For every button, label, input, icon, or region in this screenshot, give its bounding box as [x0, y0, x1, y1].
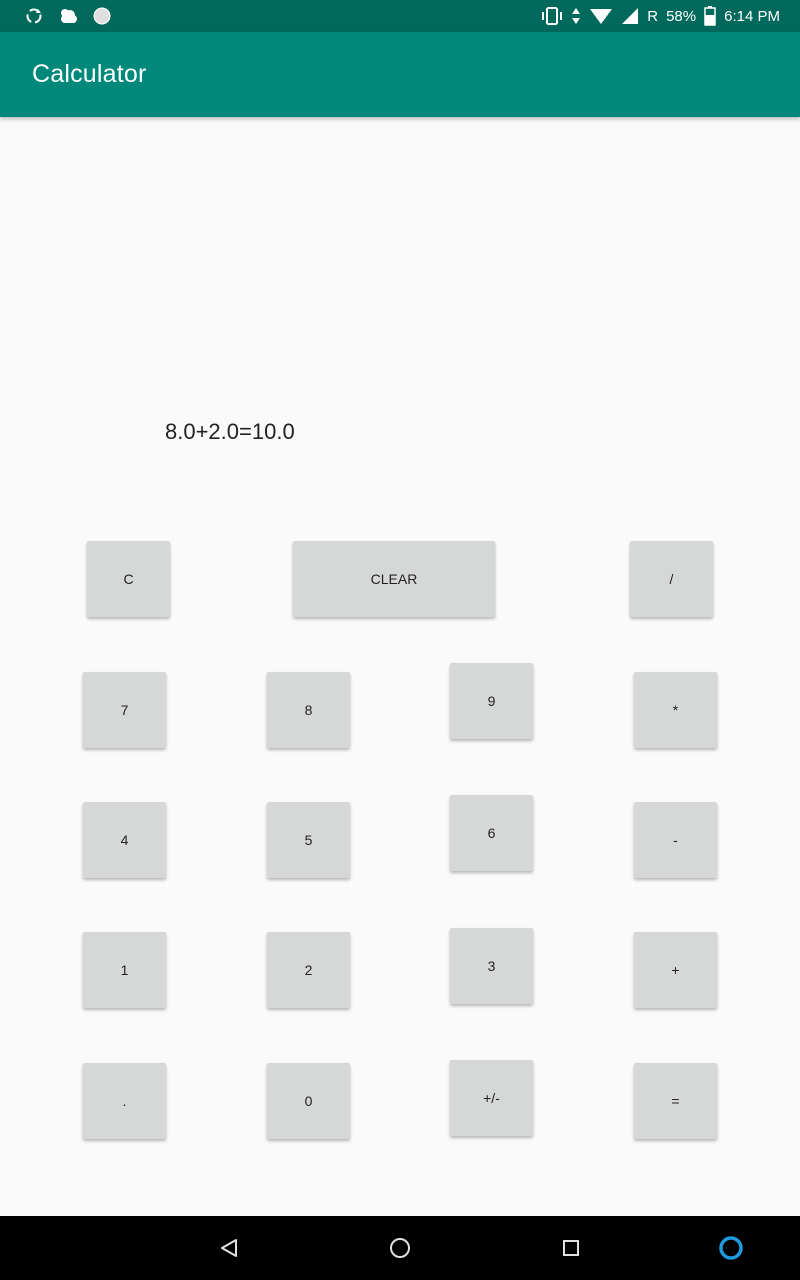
plus-minus-button[interactable]: +/- [450, 1060, 533, 1136]
vibrate-icon [541, 6, 563, 26]
c-button[interactable]: C [87, 541, 170, 617]
app-bar: Calculator [0, 32, 800, 117]
back-icon[interactable] [215, 1234, 243, 1262]
five-button[interactable]: 5 [267, 802, 350, 878]
status-bar: R 58% 6:14 PM [0, 0, 800, 32]
assistant-icon[interactable] [717, 1234, 745, 1262]
nine-button[interactable]: 9 [450, 663, 533, 739]
one-button[interactable]: 1 [83, 932, 166, 1008]
home-icon[interactable] [386, 1234, 414, 1262]
four-button[interactable]: 4 [83, 802, 166, 878]
wifi-icon [589, 6, 613, 26]
two-button[interactable]: 2 [267, 932, 350, 1008]
roaming-indicator: R [647, 7, 659, 25]
data-arrows-icon [571, 6, 581, 26]
sync-icon [24, 6, 44, 26]
decimal-button[interactable]: . [83, 1063, 166, 1139]
navigation-bar [0, 1216, 800, 1280]
battery-icon [704, 6, 716, 26]
zero-button[interactable]: 0 [267, 1063, 350, 1139]
minus-button[interactable]: - [634, 802, 717, 878]
app-title: Calculator [32, 60, 147, 88]
clock: 6:14 PM [724, 7, 780, 25]
status-left-icons [24, 5, 112, 27]
result-display: 8.0+2.0=10.0 [165, 419, 295, 444]
battery-percent: 58% [666, 7, 697, 25]
clear-button[interactable]: CLEAR [293, 541, 495, 617]
equals-button[interactable]: = [634, 1063, 717, 1139]
seven-button[interactable]: 7 [83, 672, 166, 748]
weather-icon [56, 5, 80, 27]
signal-icon [621, 7, 639, 25]
plus-button[interactable]: + [634, 932, 717, 1008]
eight-button[interactable]: 8 [267, 672, 350, 748]
six-button[interactable]: 6 [450, 795, 533, 871]
recents-icon[interactable] [557, 1234, 585, 1262]
multiply-button[interactable]: * [634, 672, 717, 748]
three-button[interactable]: 3 [450, 928, 533, 1004]
circle-icon [92, 6, 112, 26]
status-right-icons: R 58% 6:14 PM [541, 0, 780, 32]
divide-button[interactable]: / [630, 541, 713, 617]
